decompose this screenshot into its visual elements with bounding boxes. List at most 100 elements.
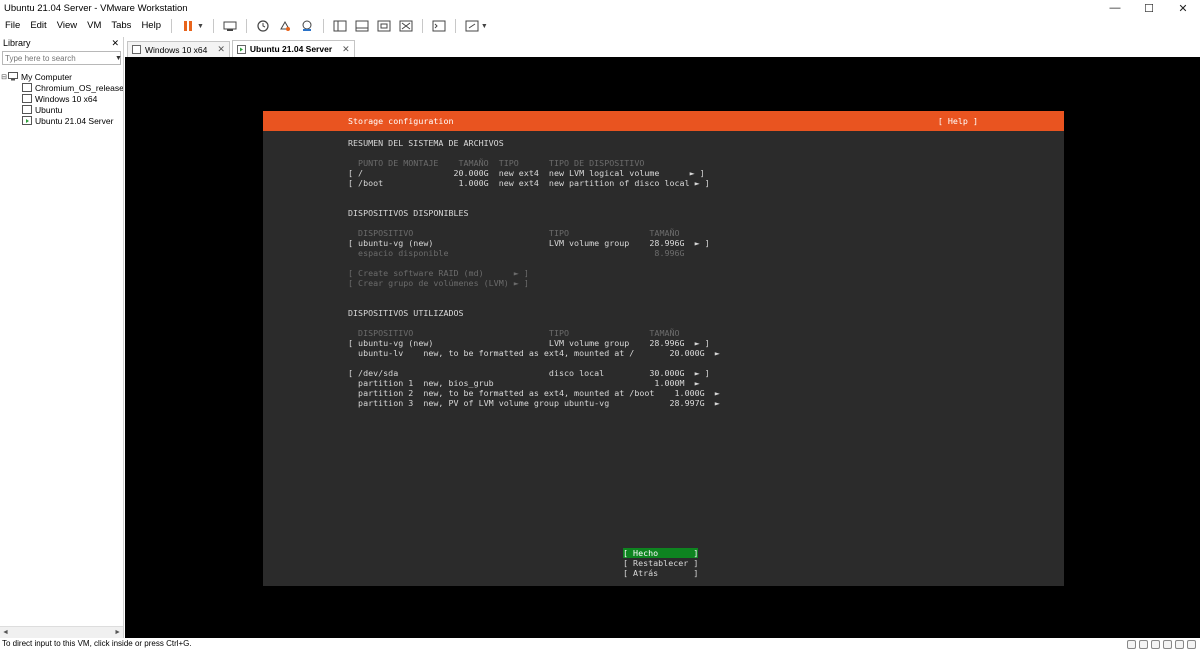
thumbnail-bar-icon[interactable] — [353, 17, 371, 35]
tree-item-vm-running[interactable]: Ubuntu 21.04 Server — [0, 115, 123, 126]
installer-title: Storage configuration — [348, 116, 454, 126]
tab-bar: Windows 10 x64 ✕ Ubuntu 21.04 Server ✕ — [127, 40, 1200, 57]
tree-item-label: Chromium_OS_release-l — [35, 82, 123, 93]
used-partition-row[interactable]: partition 2 new, to be formatted as ext4… — [348, 388, 720, 398]
pause-icon[interactable] — [179, 17, 197, 35]
cd-drive-icon[interactable] — [1139, 639, 1148, 649]
snapshot-manager-icon[interactable] — [298, 17, 316, 35]
available-device-row[interactable]: [ ubuntu-vg (new) LVM volume group 28.99… — [348, 238, 710, 248]
create-volume-group-button[interactable]: [ Crear grupo de volúmenes (LVM) ► ] — [348, 278, 529, 288]
sound-card-icon[interactable] — [1175, 639, 1184, 649]
library-scrollbar[interactable]: ◄ ► — [0, 626, 123, 638]
tab-ubuntu-server[interactable]: Ubuntu 21.04 Server ✕ — [231, 40, 355, 57]
vm-icon — [22, 94, 32, 103]
create-raid-button[interactable]: [ Create software RAID (md) ► ] — [348, 268, 529, 278]
full-screen-icon[interactable] — [375, 17, 393, 35]
vm-display[interactable]: Storage configuration [ Help ] RESUMEN D… — [125, 57, 1200, 638]
search-input[interactable] — [3, 52, 115, 64]
menu-edit[interactable]: Edit — [25, 16, 51, 36]
vm-icon — [22, 105, 32, 114]
display-icon[interactable] — [1187, 639, 1196, 649]
home-icon — [132, 45, 141, 54]
vm-icon — [22, 83, 32, 92]
summary-row-root[interactable]: [ / 20.000G new ext4 new LVM logical vol… — [348, 168, 705, 178]
section-title-available: DISPOSITIVOS DISPONIBLES — [348, 208, 469, 218]
toolbar-separator — [212, 19, 214, 33]
toolbar-separator — [322, 19, 324, 33]
library-tree: ⊟ My Computer Chromium_OS_release-l Wind… — [0, 71, 123, 126]
library-header: Library ✕ — [0, 37, 123, 50]
menu-view[interactable]: View — [52, 16, 82, 36]
help-button[interactable]: [ Help ] — [938, 116, 978, 126]
done-button[interactable]: [ Hecho ] — [623, 548, 699, 558]
scroll-left-icon[interactable]: ◄ — [2, 629, 9, 636]
installer-header: Storage configuration [ Help ] — [263, 111, 1064, 131]
available-free-space-row: espacio disponible 8.996G — [348, 248, 685, 258]
library-title: Library — [3, 38, 31, 48]
used-disk-row[interactable]: [ /dev/sda disco local 30.000G ► ] — [348, 368, 710, 378]
vm-running-icon — [236, 44, 246, 54]
status-bar: To direct input to this VM, click inside… — [0, 638, 1200, 650]
unity-icon[interactable] — [397, 17, 415, 35]
console-view-icon[interactable] — [430, 17, 448, 35]
menu-help[interactable]: Help — [136, 16, 166, 36]
title-bar: Ubuntu 21.04 Server - VMware Workstation… — [0, 0, 1200, 16]
close-icon[interactable]: ✕ — [342, 44, 350, 55]
used-vg-row[interactable]: [ ubuntu-vg (new) LVM volume group 28.99… — [348, 338, 710, 348]
used-partition-row[interactable]: partition 3 new, PV of LVM volume group … — [348, 398, 720, 408]
toolbar-separator — [454, 19, 456, 33]
tree-item-my-computer[interactable]: ⊟ My Computer — [0, 71, 123, 82]
toolbar-separator — [245, 19, 247, 33]
menu-bar: File Edit View VM Tabs Help ▼ ▼ — [0, 16, 1200, 36]
close-button[interactable]: ✕ — [1166, 0, 1200, 16]
tree-item-vm[interactable]: Chromium_OS_release-l — [0, 82, 123, 93]
stretch-guest-icon[interactable] — [463, 17, 481, 35]
summary-columns: PUNTO DE MONTAJE TAMAÑO TIPO TIPO DE DIS… — [348, 158, 645, 168]
library-panel: Library ✕ ▼ ⊟ My Computer Chromium_OS_re… — [0, 37, 124, 638]
computer-icon — [8, 72, 18, 81]
chevron-down-icon[interactable]: ▼ — [197, 23, 204, 30]
back-button[interactable]: [ Atrás ] — [623, 568, 698, 578]
menu-tabs[interactable]: Tabs — [106, 16, 136, 36]
tree-item-label: Windows 10 x64 — [35, 93, 98, 104]
revert-snapshot-icon[interactable] — [276, 17, 294, 35]
toolbar-separator — [170, 19, 172, 33]
section-title-summary: RESUMEN DEL SISTEMA DE ARCHIVOS — [348, 138, 504, 148]
tree-item-label: Ubuntu 21.04 Server — [35, 115, 114, 126]
reset-button[interactable]: [ Restablecer ] — [623, 558, 698, 568]
collapse-icon[interactable]: ⊟ — [0, 73, 8, 81]
minimize-button[interactable]: — — [1098, 0, 1132, 16]
snapshot-icon[interactable] — [254, 17, 272, 35]
send-ctrl-alt-del-icon[interactable] — [221, 17, 239, 35]
used-lv-row[interactable]: ubuntu-lv new, to be formatted as ext4, … — [348, 348, 720, 358]
tab-label: Windows 10 x64 — [145, 44, 208, 55]
tree-item-label: My Computer — [21, 71, 73, 82]
chevron-down-icon[interactable]: ▼ — [481, 23, 488, 30]
used-partition-row[interactable]: partition 1 new, bios_grub 1.000M ► — [348, 378, 700, 388]
section-title-used: DISPOSITIVOS UTILIZADOS — [348, 308, 464, 318]
tree-item-vm[interactable]: Windows 10 x64 — [0, 93, 123, 104]
hard-disk-icon[interactable] — [1127, 639, 1136, 649]
available-columns: DISPOSITIVO TIPO TAMAÑO — [348, 228, 680, 238]
network-adapter-icon[interactable] — [1151, 639, 1160, 649]
close-icon[interactable]: ✕ — [111, 37, 119, 50]
toolbar-separator — [421, 19, 423, 33]
usb-icon[interactable] — [1163, 639, 1172, 649]
close-icon[interactable]: ✕ — [217, 44, 225, 55]
tree-item-vm[interactable]: Ubuntu — [0, 104, 123, 115]
summary-row-boot[interactable]: [ /boot 1.000G new ext4 new partition of… — [348, 178, 710, 188]
maximize-button[interactable]: ☐ — [1132, 0, 1166, 16]
status-message: To direct input to this VM, click inside… — [2, 639, 192, 648]
menu-vm[interactable]: VM — [82, 16, 106, 36]
device-status-icons — [1127, 638, 1200, 650]
scroll-right-icon[interactable]: ► — [114, 629, 121, 636]
chevron-down-icon[interactable]: ▼ — [115, 55, 122, 62]
show-library-icon[interactable] — [331, 17, 349, 35]
tab-windows-10[interactable]: Windows 10 x64 ✕ — [127, 41, 230, 57]
library-search: ▼ — [2, 51, 122, 65]
tree-item-label: Ubuntu — [35, 104, 63, 115]
menu-file[interactable]: File — [0, 16, 25, 36]
window-title: Ubuntu 21.04 Server - VMware Workstation — [4, 2, 188, 14]
used-columns: DISPOSITIVO TIPO TAMAÑO — [348, 328, 680, 338]
installer-screen[interactable]: Storage configuration [ Help ] RESUMEN D… — [263, 111, 1064, 586]
